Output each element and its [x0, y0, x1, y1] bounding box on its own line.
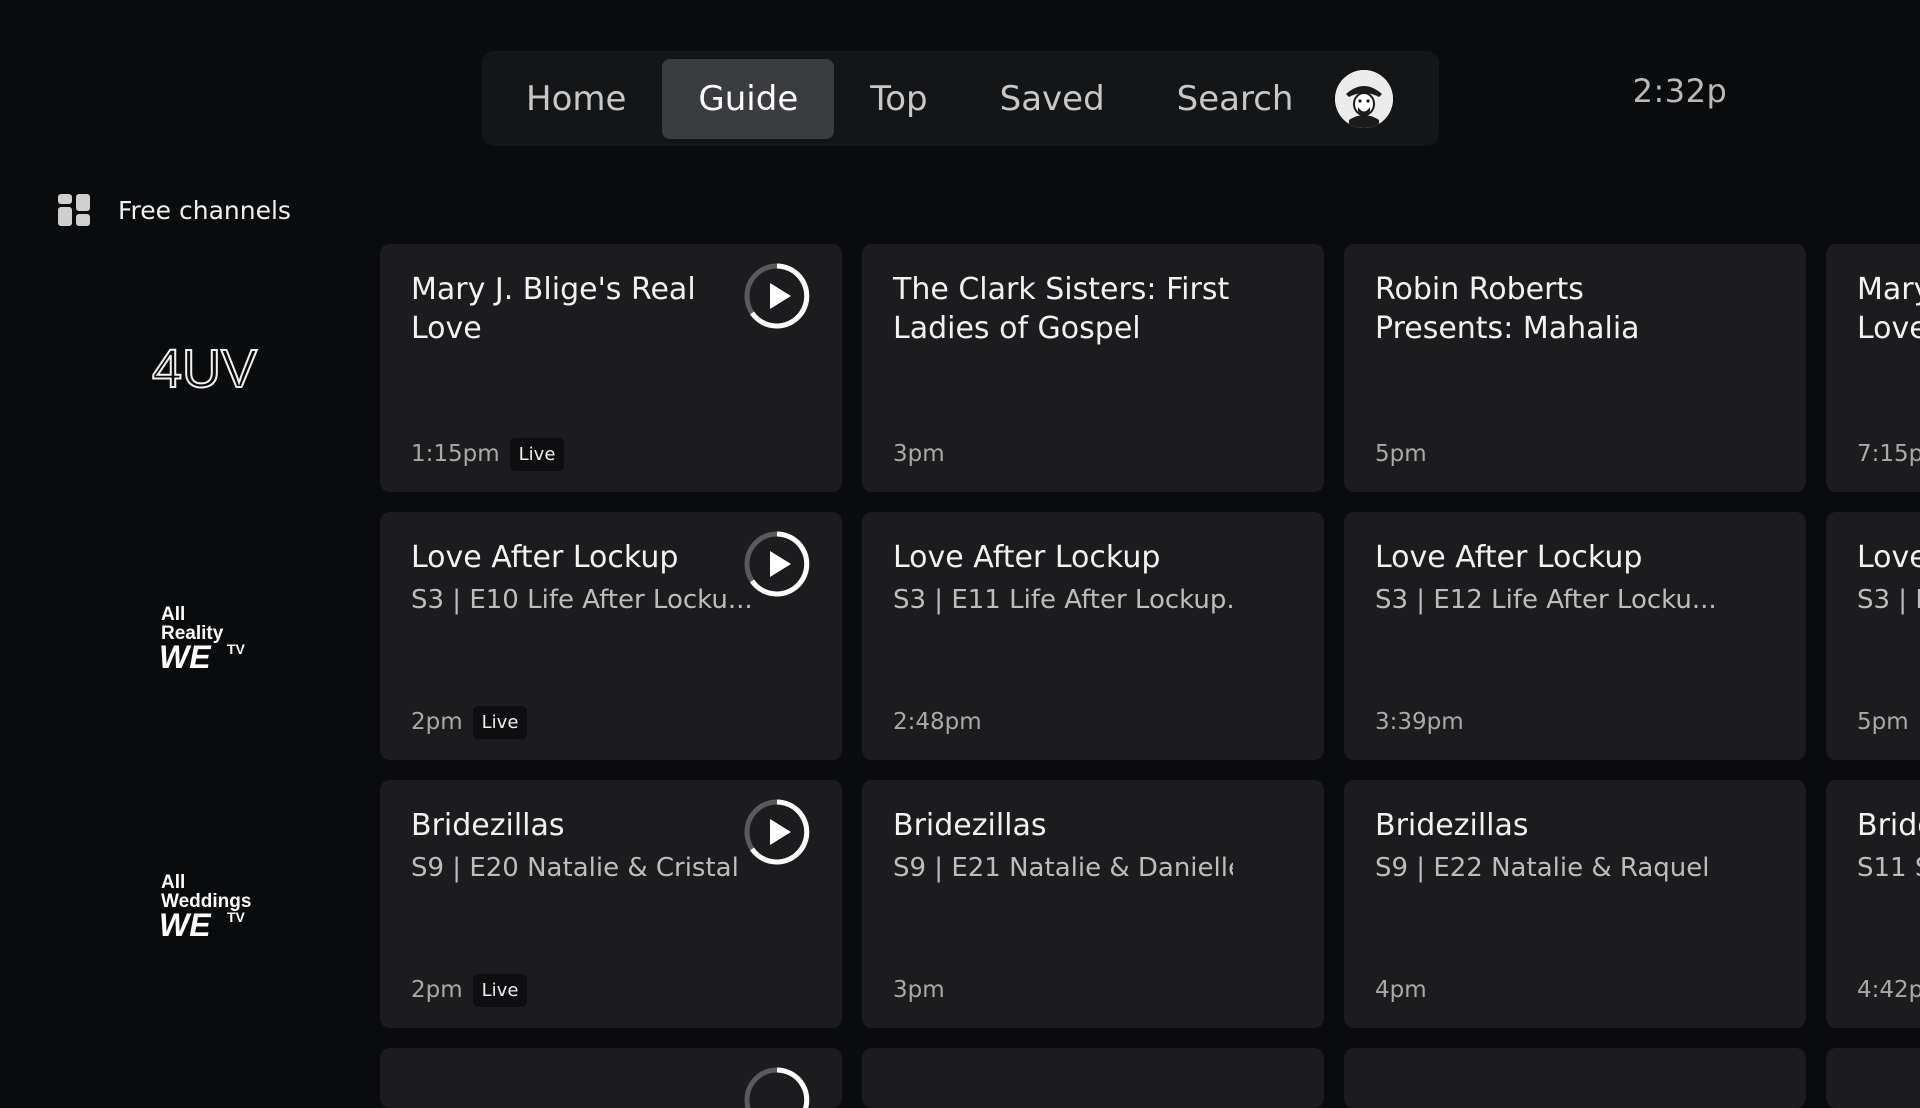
- program-title: Bridezillas: [893, 808, 1047, 843]
- program-title: Robin Roberts Presents: Mahalia: [1375, 272, 1640, 346]
- program-time: 3pm: [893, 972, 945, 1008]
- program-title: Love After Lockup: [1375, 540, 1643, 575]
- program-card[interactable]: Bridezillas S9 | E21 Natalie & Danielle …: [862, 780, 1324, 1028]
- program-title: Love After Lockup: [893, 540, 1161, 575]
- program-start-time: 3pm: [893, 441, 945, 467]
- live-badge: Live: [509, 437, 565, 471]
- program-start-time: 1:15pm: [411, 441, 500, 467]
- top-nav: Home Guide Top Saved Search: [482, 51, 1439, 146]
- program-card[interactable]: Mary J. Blige's Real Love 1:15pm Live: [380, 244, 842, 492]
- tab-top[interactable]: Top: [834, 59, 963, 139]
- program-card[interactable]: The Clark Sisters: First Ladies of Gospe…: [862, 244, 1324, 492]
- tab-home[interactable]: Home: [490, 59, 662, 139]
- program-episode: S9 | E21 Natalie & Danielle: [893, 853, 1233, 883]
- program-time: 3:39pm: [1375, 704, 1464, 740]
- program-time: 7:15pm: [1857, 436, 1920, 472]
- program-start-time: 3pm: [893, 977, 945, 1003]
- program-title: Mary J. Blige's Real Love: [411, 272, 696, 346]
- program-card[interactable]: Love After Lockup S3 | E10 Life After Lo…: [380, 512, 842, 760]
- channel-row-all-weddings-we: Bridezillas S9 | E20 Natalie & Cristal 2…: [380, 780, 1920, 1028]
- program-episode: S3 | E: [1857, 585, 1920, 615]
- program-card[interactable]: Bridezillas S9 | E20 Natalie & Cristal 2…: [380, 780, 842, 1028]
- program-title: Love: [1857, 540, 1920, 575]
- program-episode: S3 | E12 Life After Locku...: [1375, 585, 1715, 615]
- section-title: Free channels: [118, 195, 291, 225]
- program-start-time: 2:48pm: [893, 709, 982, 735]
- channel-row-all-reality-we: Love After Lockup S3 | E10 Life After Lo…: [380, 512, 1920, 760]
- program-time: 2pm Live: [411, 972, 528, 1008]
- program-title: Love After Lockup: [411, 540, 679, 575]
- program-card[interactable]: Love After Lockup S3 | E11 Life After Lo…: [862, 512, 1324, 760]
- tab-saved[interactable]: Saved: [964, 59, 1141, 139]
- logo-line-1: All: [161, 872, 185, 893]
- program-time: 3pm: [893, 436, 945, 472]
- program-episode: S9 | E22 Natalie & Raquel: [1375, 853, 1710, 883]
- logo-tv: TV: [227, 909, 246, 925]
- channel-row-next: [380, 1048, 1920, 1108]
- channel-logo-4uv[interactable]: 4UV: [110, 312, 310, 422]
- program-title: Mary Love: [1857, 272, 1920, 346]
- channels-grid-icon: [58, 194, 90, 226]
- program-time: 4:42p: [1857, 972, 1920, 1008]
- program-card[interactable]: Love S3 | E 5pm: [1826, 512, 1920, 760]
- profile-avatar-icon[interactable]: [1335, 69, 1394, 128]
- program-card[interactable]: Love After Lockup S3 | E12 Life After Lo…: [1344, 512, 1806, 760]
- play-icon[interactable]: [743, 1066, 811, 1108]
- logo-line-1: All: [161, 604, 185, 625]
- program-title: Bridezillas: [411, 808, 565, 843]
- play-icon[interactable]: [743, 262, 811, 330]
- program-card[interactable]: Mary Love 7:15pm: [1826, 244, 1920, 492]
- tab-search[interactable]: Search: [1141, 59, 1330, 139]
- logo-we: WE: [159, 907, 212, 943]
- live-badge: Live: [472, 973, 528, 1007]
- play-icon[interactable]: [743, 798, 811, 866]
- clock: 2:32p: [1632, 72, 1728, 110]
- program-time: 5pm: [1857, 704, 1909, 740]
- play-icon[interactable]: [743, 530, 811, 598]
- program-episode: S3 | E10 Life After Locku...: [411, 585, 751, 615]
- live-badge: Live: [472, 705, 528, 739]
- program-time: 2pm Live: [411, 704, 528, 740]
- program-card[interactable]: Bride S11 S 4:42p: [1826, 780, 1920, 1028]
- program-card[interactable]: [862, 1048, 1324, 1108]
- channel-row-4uv: Mary J. Blige's Real Love 1:15pm Live Th…: [380, 244, 1920, 492]
- program-start-time: 2pm: [411, 977, 463, 1003]
- program-time: 2:48pm: [893, 704, 982, 740]
- channel-logo-all-reality-we[interactable]: All Reality WE TV: [110, 581, 310, 691]
- program-start-time: 5pm: [1857, 709, 1909, 735]
- program-episode: S11 S: [1857, 853, 1920, 883]
- tab-guide[interactable]: Guide: [662, 58, 835, 139]
- program-start-time: 2pm: [411, 709, 463, 735]
- program-episode: S9 | E20 Natalie & Cristal: [411, 853, 739, 883]
- program-episode: S3 | E11 Life After Lockup...: [893, 585, 1233, 615]
- program-start-time: 4:42p: [1857, 977, 1920, 1003]
- program-start-time: 4pm: [1375, 977, 1427, 1003]
- program-time: 1:15pm Live: [411, 436, 565, 472]
- program-title: Bride: [1857, 808, 1920, 843]
- program-card[interactable]: [1344, 1048, 1806, 1108]
- logo-tv: TV: [227, 641, 246, 657]
- program-card[interactable]: Robin Roberts Presents: Mahalia 5pm: [1344, 244, 1806, 492]
- program-start-time: 3:39pm: [1375, 709, 1464, 735]
- program-title: The Clark Sisters: First Ladies of Gospe…: [893, 272, 1230, 346]
- program-card[interactable]: [1826, 1048, 1920, 1108]
- program-card[interactable]: Bridezillas S9 | E22 Natalie & Raquel 4p…: [1344, 780, 1806, 1028]
- logo-4uv-text: 4UV: [152, 339, 257, 397]
- section-header: Free channels: [56, 190, 291, 230]
- program-card[interactable]: [380, 1048, 842, 1108]
- logo-we: WE: [159, 639, 212, 675]
- program-time: 5pm: [1375, 436, 1427, 472]
- program-start-time: 7:15pm: [1857, 441, 1920, 467]
- channel-logo-all-weddings-we[interactable]: All Weddings WE TV: [110, 849, 310, 959]
- program-time: 4pm: [1375, 972, 1427, 1008]
- program-start-time: 5pm: [1375, 441, 1427, 467]
- program-title: Bridezillas: [1375, 808, 1529, 843]
